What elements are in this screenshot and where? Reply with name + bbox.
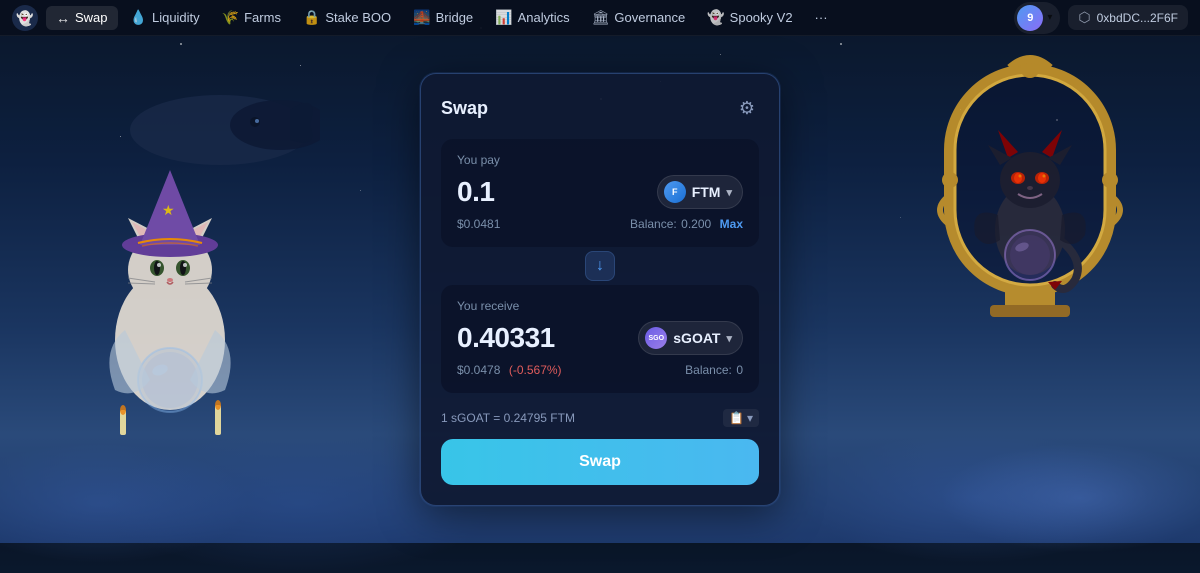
- nav-swap-label: Swap: [75, 10, 108, 25]
- bridge-nav-icon: 🌉: [413, 9, 430, 26]
- main-content: Swap ⚙ You pay 0.1 F FTM ▾ $0.0481: [0, 36, 1200, 543]
- logo[interactable]: 👻: [12, 5, 38, 31]
- pay-token-chevron-icon: ▾: [726, 186, 732, 199]
- receive-panel: You receive 0.40331 SGO sGOAT ▾ $0.0478 …: [441, 285, 759, 393]
- sgoat-token-icon: SGO: [645, 327, 667, 349]
- receive-usd-section: $0.0478 (-0.567%): [457, 361, 562, 379]
- pay-token-label: FTM: [692, 184, 721, 200]
- nav-item-bridge[interactable]: 🌉 Bridge: [403, 5, 483, 30]
- pay-token-selector[interactable]: F FTM ▾: [657, 175, 743, 209]
- price-impact-value: (-0.567%): [509, 363, 562, 377]
- rate-clipboard-icon: 📋: [729, 411, 744, 425]
- rate-text: 1 sGOAT = 0.24795 FTM: [441, 411, 575, 425]
- more-dots-icon: ···: [815, 10, 828, 25]
- nav-stake-label: Stake BOO: [325, 10, 391, 25]
- pay-amount-row: 0.1 F FTM ▾: [457, 175, 743, 209]
- swap-nav-icon: ↔: [56, 10, 70, 26]
- rate-info-button[interactable]: 📋 ▾: [723, 409, 759, 427]
- settings-icon: ⚙: [739, 98, 755, 118]
- nav-item-swap[interactable]: ↔ Swap: [46, 6, 118, 30]
- network-selector[interactable]: 9 ▾: [1014, 2, 1060, 34]
- pay-panel: You pay 0.1 F FTM ▾ $0.0481 Balance: 0.2…: [441, 139, 759, 247]
- settings-button[interactable]: ⚙: [735, 94, 759, 123]
- receive-label: You receive: [457, 299, 743, 313]
- swap-direction-icon: ↓: [596, 257, 604, 275]
- pay-balance-label: Balance:: [630, 217, 677, 231]
- nav-item-farms[interactable]: 🌾 Farms: [212, 5, 291, 30]
- nav-analytics-label: Analytics: [518, 10, 570, 25]
- farms-nav-icon: 🌾: [222, 9, 239, 26]
- pay-usd-value: $0.0481: [457, 217, 500, 231]
- swap-card-header: Swap ⚙: [441, 94, 759, 123]
- swap-direction-container: ↓: [441, 251, 759, 281]
- nav-bridge-label: Bridge: [436, 10, 474, 25]
- nav-item-liquidity[interactable]: 💧 Liquidity: [120, 5, 210, 30]
- network-avatar: 9: [1017, 5, 1043, 31]
- pay-balance-section: Balance: 0.200 Max: [630, 215, 743, 233]
- receive-token-selector[interactable]: SGO sGOAT ▾: [638, 321, 743, 355]
- pay-balance-value: 0.200: [681, 217, 711, 231]
- pay-label: You pay: [457, 153, 743, 167]
- nav-spookyv2-label: Spooky V2: [730, 10, 793, 25]
- nav-governance-label: Governance: [614, 10, 685, 25]
- receive-bottom-row: $0.0478 (-0.567%) Balance: 0: [457, 361, 743, 379]
- nav-item-stake-boo[interactable]: 🔒 Stake BOO: [293, 5, 401, 30]
- nav-item-governance[interactable]: 🏛 Governance: [582, 5, 696, 30]
- liquidity-nav-icon: 💧: [130, 9, 147, 26]
- receive-amount-row: 0.40331 SGO sGOAT ▾: [457, 321, 743, 355]
- nav-liquidity-label: Liquidity: [152, 10, 200, 25]
- receive-amount: 0.40331: [457, 322, 555, 354]
- wallet-address-text: 0xbdDC...2F6F: [1097, 11, 1178, 25]
- spookyv2-nav-icon: 👻: [707, 9, 724, 26]
- nav-item-analytics[interactable]: 📊 Analytics: [485, 5, 579, 30]
- nav-more-button[interactable]: ···: [805, 6, 838, 29]
- nav-farms-label: Farms: [244, 10, 281, 25]
- swap-card-title: Swap: [441, 98, 488, 119]
- wallet-icon: ⬡: [1078, 9, 1090, 26]
- pay-bottom-row: $0.0481 Balance: 0.200 Max: [457, 215, 743, 233]
- swap-card: Swap ⚙ You pay 0.1 F FTM ▾ $0.0481: [420, 73, 780, 506]
- swap-direction-button[interactable]: ↓: [585, 251, 615, 281]
- stake-nav-icon: 🔒: [303, 9, 320, 26]
- analytics-nav-icon: 📊: [495, 9, 512, 26]
- svg-text:👻: 👻: [16, 9, 34, 27]
- rate-icons-section: 📋 ▾: [723, 409, 759, 427]
- pay-amount[interactable]: 0.1: [457, 176, 494, 208]
- receive-balance-value: 0: [736, 363, 743, 377]
- nav-item-spooky-v2[interactable]: 👻 Spooky V2: [697, 5, 802, 30]
- swap-submit-button[interactable]: Swap: [441, 439, 759, 485]
- receive-token-chevron-icon: ▾: [726, 332, 732, 345]
- receive-token-label: sGOAT: [673, 330, 720, 346]
- receive-balance-section: Balance: 0: [685, 361, 743, 379]
- navbar: 👻 ↔ Swap 💧 Liquidity 🌾 Farms 🔒 Stake BOO…: [0, 0, 1200, 36]
- wallet-address-button[interactable]: ⬡ 0xbdDC...2F6F: [1068, 5, 1188, 30]
- nav-right: 9 ▾ ⬡ 0xbdDC...2F6F: [1014, 2, 1188, 34]
- nav-items: ↔ Swap 💧 Liquidity 🌾 Farms 🔒 Stake BOO 🌉…: [46, 5, 1014, 30]
- network-chevron-icon: ▾: [1047, 12, 1052, 23]
- receive-balance-label: Balance:: [685, 363, 732, 377]
- max-button[interactable]: Max: [720, 217, 743, 231]
- governance-nav-icon: 🏛: [592, 9, 610, 26]
- rate-row: 1 sGOAT = 0.24795 FTM 📋 ▾: [441, 397, 759, 435]
- rate-dropdown-icon: ▾: [747, 411, 753, 425]
- receive-usd-value: $0.0478: [457, 363, 500, 377]
- ftm-token-icon: F: [664, 181, 686, 203]
